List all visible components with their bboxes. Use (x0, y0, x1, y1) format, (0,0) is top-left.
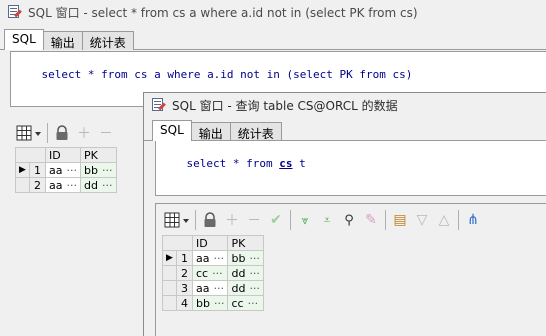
front-grid-toolbar: ＋ － ✔ ⩔ ⩡ ⚲ ✎ ▤ ▽ △ ⋔ (162, 206, 484, 234)
cell-expand-button[interactable]: ··· (248, 297, 259, 310)
tree-view-icon[interactable]: ⋔ (462, 209, 484, 231)
front-results-grid: ID PK ▶ 1 aa ··· bb ··· 2 cc ··· dd ··· 3 aa… (162, 235, 265, 311)
row-indicator (162, 295, 177, 311)
cell-expand-button[interactable]: ··· (212, 267, 223, 280)
table-row[interactable]: ▶ 1 aa ··· bb ··· (15, 162, 117, 178)
current-row-indicator: ▶ (162, 250, 177, 266)
table-row[interactable]: 2 aa ··· dd ··· (15, 177, 117, 193)
back-sql-text: select * from cs a where a.id not in (se… (41, 68, 413, 81)
lock-icon[interactable] (199, 209, 221, 231)
cell-expand-button[interactable]: ··· (213, 252, 224, 265)
cell-pk[interactable]: dd ··· (227, 280, 265, 296)
grid-header-row: ID PK (162, 235, 265, 251)
cell-expand-button[interactable]: ··· (249, 267, 260, 280)
cell-pk[interactable]: dd ··· (227, 265, 265, 281)
row-indicator (15, 177, 30, 193)
front-sql-suffix: t (292, 157, 306, 170)
lock-icon[interactable] (51, 122, 73, 144)
row-number: 1 (176, 250, 193, 266)
front-sql-prefix: select * from (186, 157, 280, 170)
front-window-tabs: SQL 输出 统计表 (144, 120, 546, 141)
grid-view-icon[interactable] (14, 122, 44, 144)
delete-row-icon[interactable]: － (95, 122, 117, 144)
current-row-indicator: ▶ (15, 162, 30, 178)
cell-pk[interactable]: dd ··· (79, 177, 117, 193)
front-tab-sql[interactable]: SQL (152, 120, 192, 141)
back-grid-toolbar: ＋ － (14, 119, 117, 147)
add-row-icon[interactable]: ＋ (221, 209, 243, 231)
toolbar-separator (385, 210, 386, 230)
toolbar-separator (290, 210, 291, 230)
row-indicator (162, 280, 177, 296)
cell-pk[interactable]: bb ··· (227, 250, 265, 266)
cell-pk[interactable]: bb ··· (79, 162, 117, 178)
back-window-title: SQL 窗口 - select * from cs a where a.id n… (28, 5, 418, 20)
back-results-grid: ID PK ▶ 1 aa ··· bb ··· 2 aa ··· dd ··· (15, 147, 117, 193)
cell-expand-button[interactable]: ··· (66, 179, 77, 192)
front-sql-editor[interactable]: select * from cs t (155, 140, 546, 196)
front-window-titlebar[interactable]: SQL 窗口 - 查询 table CS@ORCL 的数据 (144, 93, 546, 117)
next-record-icon[interactable]: ▽ (411, 209, 433, 231)
row-number: 2 (29, 177, 46, 193)
table-row[interactable]: 2 cc ··· dd ··· (162, 265, 265, 281)
column-header-id[interactable]: ID (45, 147, 81, 163)
cell-id[interactable]: bb ··· (191, 295, 229, 311)
cell-expand-button[interactable]: ··· (214, 297, 225, 310)
row-number: 1 (29, 162, 46, 178)
table-row[interactable]: 3 aa ··· dd ··· (162, 280, 265, 296)
toolbar-separator (195, 210, 196, 230)
toolbar-separator (47, 123, 48, 143)
binoculars-icon[interactable]: ⚲ (338, 209, 360, 231)
grid-view-icon[interactable] (162, 209, 192, 231)
cell-id[interactable]: cc ··· (191, 265, 229, 281)
cell-pk[interactable]: cc ··· (227, 295, 265, 311)
toolbar-separator (458, 210, 459, 230)
cell-expand-button[interactable]: ··· (213, 282, 224, 295)
grid-header-row: ID PK (15, 147, 117, 163)
front-window-title: SQL 窗口 - 查询 table CS@ORCL 的数据 (172, 98, 398, 113)
cell-expand-button[interactable]: ··· (102, 164, 113, 177)
delete-row-icon[interactable]: － (243, 209, 265, 231)
row-number: 4 (176, 295, 193, 311)
clear-icon[interactable]: ✎ (360, 209, 382, 231)
previous-record-icon[interactable]: △ (433, 209, 455, 231)
cell-id[interactable]: aa ··· (191, 280, 229, 296)
column-header-pk[interactable]: PK (79, 147, 117, 163)
fetch-next-page-icon[interactable]: ⩔ (294, 209, 316, 231)
column-header-pk[interactable]: PK (227, 235, 265, 251)
cell-expand-button[interactable]: ··· (249, 282, 260, 295)
front-sql-table-name: cs (279, 157, 293, 170)
corner-cell (15, 147, 46, 163)
front-tab-statistics[interactable]: 统计表 (229, 122, 282, 141)
cell-id[interactable]: aa ··· (191, 250, 229, 266)
table-row[interactable]: ▶ 1 aa ··· bb ··· (162, 250, 265, 266)
fetch-last-page-icon[interactable]: ⩡ (316, 209, 338, 231)
cell-expand-button[interactable]: ··· (249, 252, 260, 265)
cell-id[interactable]: aa ··· (45, 177, 81, 193)
back-window-tabs: SQL 输出 统计表 (0, 29, 546, 50)
cell-id[interactable]: aa ··· (45, 162, 81, 178)
cell-expand-button[interactable]: ··· (102, 179, 113, 192)
table-row[interactable]: 4 bb ··· cc ··· (162, 295, 265, 311)
back-tab-statistics[interactable]: 统计表 (81, 31, 134, 50)
back-tab-output[interactable]: 输出 (42, 31, 83, 50)
corner-cell (162, 235, 193, 251)
sql-window-icon (6, 4, 22, 20)
row-indicator (162, 265, 177, 281)
cell-expand-button[interactable]: ··· (66, 164, 77, 177)
back-window-titlebar[interactable]: SQL 窗口 - select * from cs a where a.id n… (0, 0, 546, 24)
front-tab-output[interactable]: 输出 (190, 122, 231, 141)
post-changes-icon[interactable]: ✔ (265, 209, 287, 231)
add-row-icon[interactable]: ＋ (73, 122, 95, 144)
back-tab-sql[interactable]: SQL (4, 29, 44, 50)
row-number: 3 (176, 280, 193, 296)
sql-window-icon (150, 97, 166, 113)
export-icon[interactable]: ▤ (389, 209, 411, 231)
sql-window-front: SQL 窗口 - 查询 table CS@ORCL 的数据 SQL 输出 统计表… (143, 92, 546, 336)
column-header-id[interactable]: ID (191, 235, 229, 251)
row-number: 2 (176, 265, 193, 281)
